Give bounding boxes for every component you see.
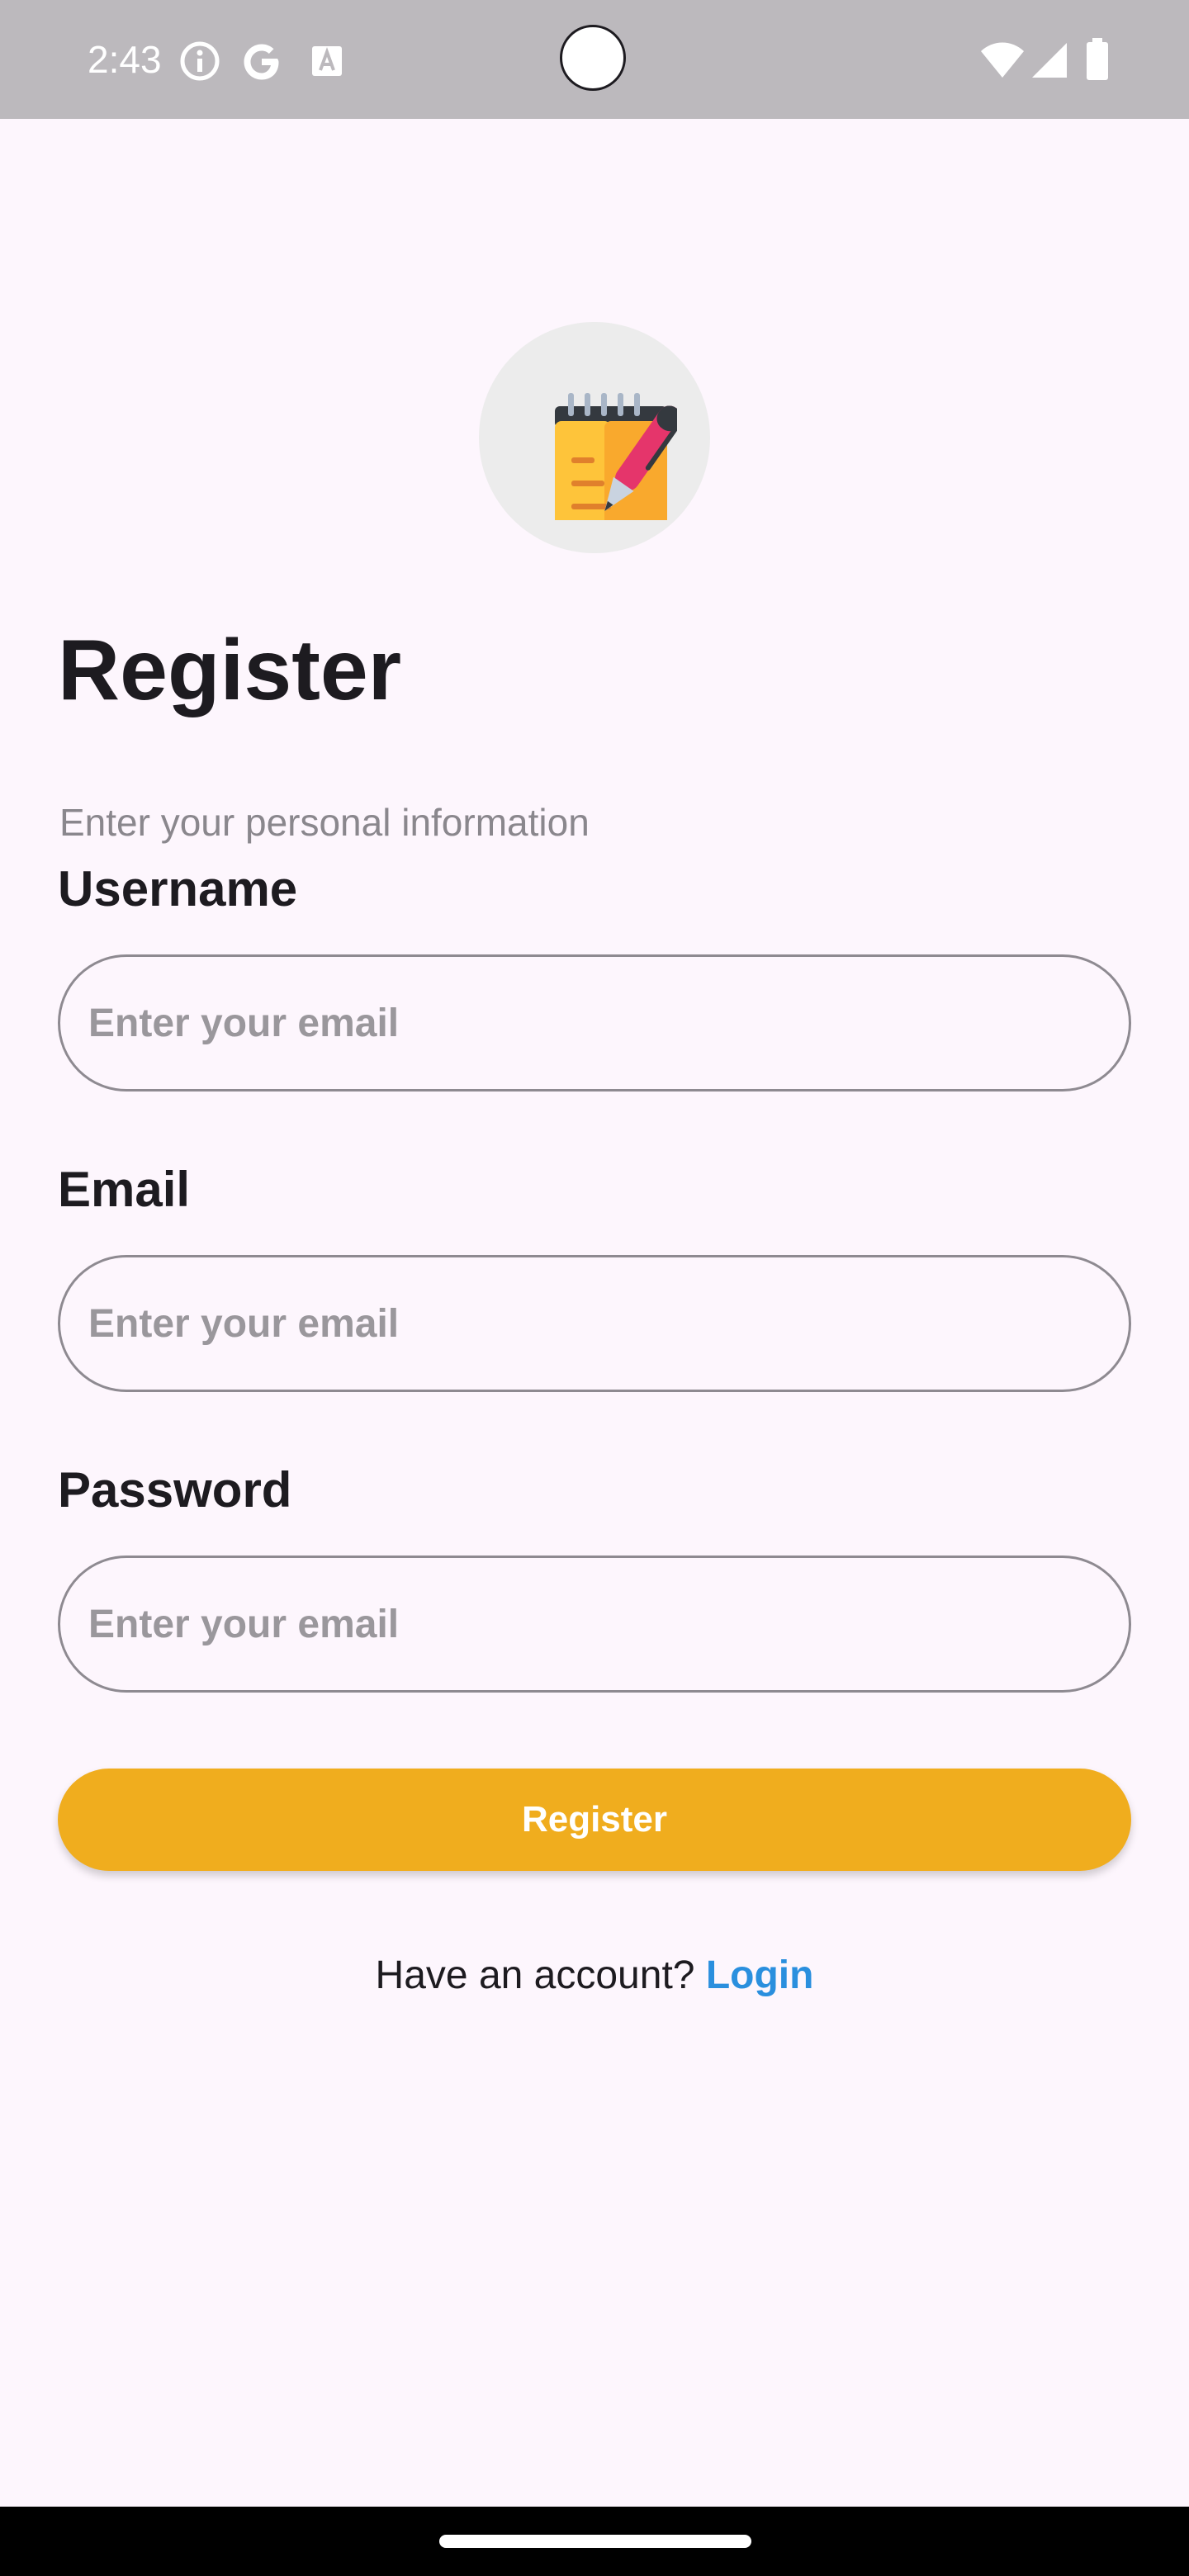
info-icon	[180, 41, 220, 81]
register-button[interactable]: Register	[58, 1769, 1131, 1871]
signal-icon	[1032, 43, 1067, 78]
google-g-icon	[244, 44, 279, 80]
wifi-icon	[981, 42, 1024, 78]
battery-icon	[1087, 38, 1108, 80]
home-indicator[interactable]	[439, 2535, 751, 2548]
password-label: Password	[58, 1462, 292, 1518]
app-logo	[479, 322, 710, 553]
username-label: Username	[58, 861, 298, 916]
font-a-icon	[312, 46, 342, 76]
notepad-pen-icon	[555, 393, 677, 520]
camera-cutout	[560, 25, 626, 91]
page-subtitle: Enter your personal information	[59, 801, 590, 844]
email-label: Email	[58, 1162, 191, 1217]
email-input[interactable]	[58, 1255, 1131, 1392]
status-bar: 2:43	[0, 0, 1189, 119]
status-time: 2:43	[88, 38, 162, 81]
username-input[interactable]	[58, 954, 1131, 1091]
login-link[interactable]: Login	[706, 1953, 814, 1997]
page-title: Register	[58, 623, 402, 718]
password-input[interactable]	[58, 1556, 1131, 1693]
login-prompt-text: Have an account?	[375, 1953, 695, 1997]
login-prompt-row: Have an account? Login	[0, 1947, 1189, 2005]
navigation-bar	[0, 2507, 1189, 2576]
